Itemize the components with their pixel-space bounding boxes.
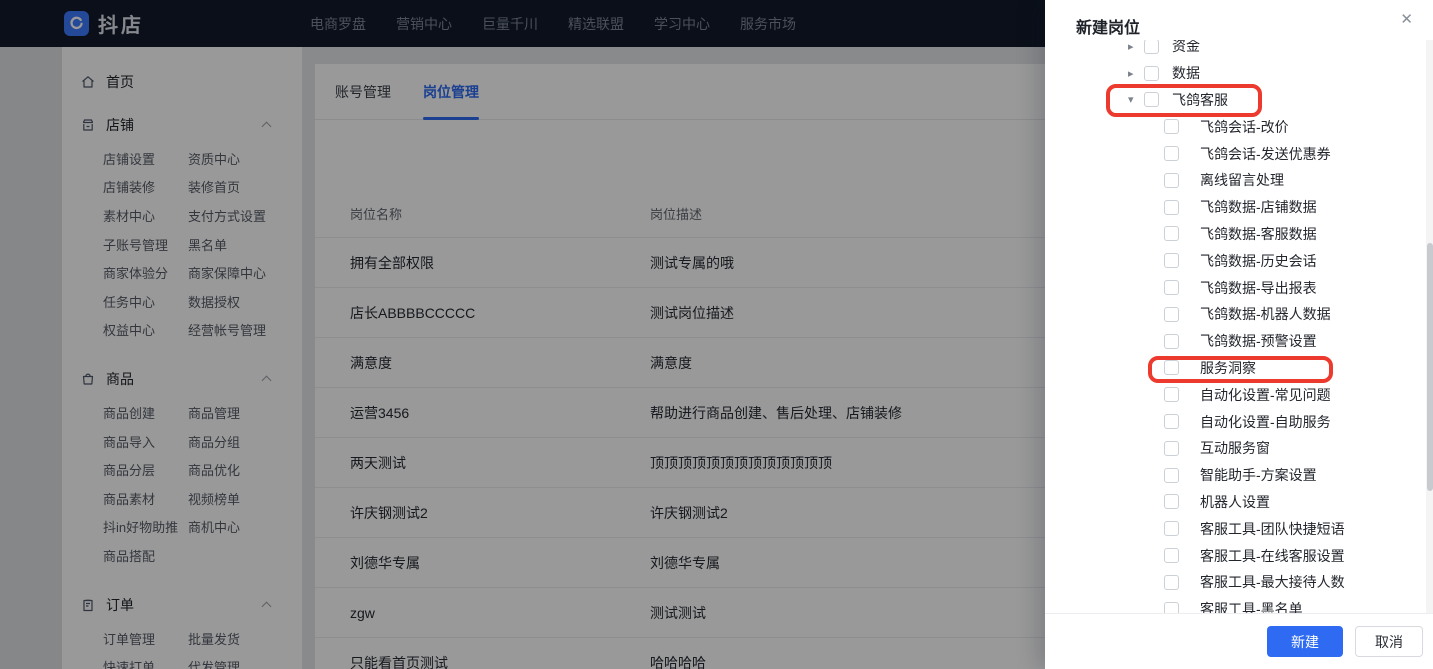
permission-tree: 资金 数据 飞鸽客服 飞鸽会话-改价 飞鸽会话-发送优惠券 <box>1045 40 1425 613</box>
tree-item[interactable]: 客服工具-团队快捷短语 <box>1045 515 1425 542</box>
tree-item-service-insight[interactable]: 服务洞察 <box>1045 355 1425 382</box>
checkbox[interactable] <box>1164 333 1179 349</box>
cancel-button[interactable]: 取消 <box>1355 626 1423 657</box>
checkbox[interactable] <box>1164 280 1179 296</box>
checkbox[interactable] <box>1144 65 1159 81</box>
tree-item-label: 飞鸽会话-发送优惠券 <box>1200 145 1331 162</box>
tree-item[interactable]: 客服工具-在线客服设置 <box>1045 542 1425 569</box>
caret-right-icon[interactable] <box>1128 40 1144 53</box>
tree-item-label: 互动服务窗 <box>1200 440 1270 457</box>
caret-right-icon[interactable] <box>1128 67 1144 80</box>
tree-item-label: 客服工具-团队快捷短语 <box>1200 520 1345 537</box>
checkbox[interactable] <box>1164 253 1179 269</box>
tree-item-label: 自动化设置-常见问题 <box>1200 386 1331 403</box>
checkbox[interactable] <box>1164 521 1179 537</box>
checkbox[interactable] <box>1144 92 1159 108</box>
tree-item[interactable]: 智能助手-方案设置 <box>1045 462 1425 489</box>
modal-title: 新建岗位 <box>1076 20 1141 37</box>
checkbox[interactable] <box>1144 40 1159 54</box>
tree-item[interactable]: 飞鸽数据-店铺数据 <box>1045 194 1425 221</box>
checkbox[interactable] <box>1164 387 1179 403</box>
checkbox[interactable] <box>1164 414 1179 430</box>
tree-item-label: 客服工具-在线客服设置 <box>1200 547 1345 564</box>
checkbox[interactable] <box>1164 360 1179 376</box>
tree-item-label: 机器人设置 <box>1200 493 1270 510</box>
tree-item-label: 自动化设置-自助服务 <box>1200 413 1331 430</box>
tree-item-label: 客服工具-黑名单 <box>1200 601 1303 613</box>
new-position-modal: 新建岗位 资金 数据 飞鸽客服 飞鸽会话-改价 <box>1045 0 1433 669</box>
checkbox[interactable] <box>1164 574 1179 590</box>
checkbox[interactable] <box>1164 306 1179 322</box>
checkbox[interactable] <box>1164 548 1179 564</box>
tree-item-label: 资金 <box>1172 40 1200 55</box>
tree-item-label: 离线留言处理 <box>1200 172 1284 189</box>
tree-item[interactable]: 自动化设置-自助服务 <box>1045 408 1425 435</box>
modal-footer: 新建 取消 <box>1045 613 1433 669</box>
tree-item-label: 客服工具-最大接待人数 <box>1200 574 1345 591</box>
create-button[interactable]: 新建 <box>1267 626 1343 657</box>
modal-backdrop[interactable] <box>0 0 1045 669</box>
tree-item-data[interactable]: 数据 <box>1045 60 1425 87</box>
caret-down-icon[interactable] <box>1128 93 1144 106</box>
checkbox[interactable] <box>1164 467 1179 483</box>
tree-item[interactable]: 互动服务窗 <box>1045 435 1425 462</box>
tree-item-funds[interactable]: 资金 <box>1045 40 1425 60</box>
tree-item-label: 智能助手-方案设置 <box>1200 467 1317 484</box>
checkbox[interactable] <box>1164 494 1179 510</box>
tree-item[interactable]: 飞鸽数据-预警设置 <box>1045 328 1425 355</box>
checkbox[interactable] <box>1164 440 1179 456</box>
tree-item-label: 飞鸽会话-改价 <box>1200 118 1289 135</box>
tree-item[interactable]: 离线留言处理 <box>1045 167 1425 194</box>
checkbox[interactable] <box>1164 199 1179 215</box>
tree-item-label: 服务洞察 <box>1200 359 1256 376</box>
checkbox[interactable] <box>1164 172 1179 188</box>
checkbox[interactable] <box>1164 226 1179 242</box>
tree-item-label: 飞鸽数据-客服数据 <box>1200 225 1317 242</box>
tree-item-label: 飞鸽客服 <box>1172 91 1228 108</box>
checkbox[interactable] <box>1164 146 1179 162</box>
tree-item[interactable]: 客服工具-黑名单 <box>1045 596 1425 613</box>
checkbox[interactable] <box>1164 601 1179 613</box>
tree-item-label: 飞鸽数据-导出报表 <box>1200 279 1317 296</box>
tree-item[interactable]: 自动化设置-常见问题 <box>1045 381 1425 408</box>
tree-item[interactable]: 客服工具-最大接待人数 <box>1045 569 1425 596</box>
tree-item[interactable]: 飞鸽数据-客服数据 <box>1045 221 1425 248</box>
tree-item-label: 飞鸽数据-历史会话 <box>1200 252 1317 269</box>
close-icon[interactable] <box>1400 12 1413 27</box>
tree-item-label: 飞鸽数据-店铺数据 <box>1200 199 1317 216</box>
tree-item-feige-service[interactable]: 飞鸽客服 <box>1045 87 1425 114</box>
tree-item[interactable]: 飞鸽数据-导出报表 <box>1045 274 1425 301</box>
tree-item-label: 飞鸽数据-机器人数据 <box>1200 306 1331 323</box>
tree-item-label: 数据 <box>1172 65 1200 82</box>
tree-item[interactable]: 飞鸽会话-改价 <box>1045 113 1425 140</box>
tree-item[interactable]: 机器人设置 <box>1045 489 1425 516</box>
tree-item[interactable]: 飞鸽数据-机器人数据 <box>1045 301 1425 328</box>
scrollbar-thumb[interactable] <box>1426 243 1433 491</box>
tree-item[interactable]: 飞鸽会话-发送优惠券 <box>1045 140 1425 167</box>
tree-item-label: 飞鸽数据-预警设置 <box>1200 333 1317 350</box>
tree-item[interactable]: 飞鸽数据-历史会话 <box>1045 247 1425 274</box>
checkbox[interactable] <box>1164 119 1179 135</box>
